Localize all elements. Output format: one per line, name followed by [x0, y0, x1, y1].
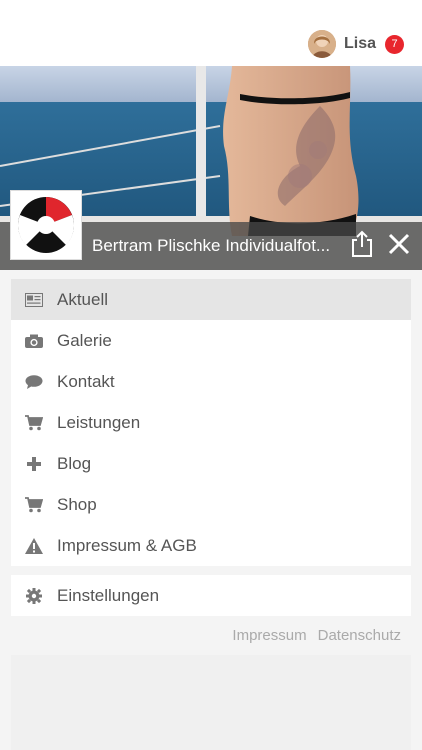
notification-badge[interactable]: 7: [385, 34, 404, 54]
main-menu: Aktuell Galerie Kontakt Leistungen Blog …: [11, 279, 411, 566]
newspaper-icon: [25, 291, 43, 309]
menu-item-aktuell[interactable]: Aktuell: [11, 279, 411, 320]
menu-item-blog[interactable]: Blog: [11, 443, 411, 484]
plus-icon: [25, 455, 43, 473]
gear-icon: [25, 587, 43, 605]
settings-menu: Einstellungen: [11, 575, 411, 616]
user-name[interactable]: Lisa: [344, 35, 376, 53]
cart-icon: [25, 496, 43, 514]
menu-item-label: Aktuell: [57, 289, 109, 309]
menu-item-kontakt[interactable]: Kontakt: [11, 361, 411, 402]
menu-item-label: Shop: [57, 494, 97, 514]
footer-background: [11, 655, 411, 750]
page-title: Bertram Plischke Individualfot...: [92, 236, 331, 255]
menu-item-label: Einstellungen: [57, 585, 160, 605]
camera-icon: [25, 332, 43, 350]
menu-item-leistungen[interactable]: Leistungen: [11, 402, 411, 443]
user-profile[interactable]: Lisa 7: [307, 29, 404, 59]
warning-icon: [25, 537, 43, 555]
close-icon[interactable]: [387, 232, 411, 256]
menu-item-shop[interactable]: Shop: [11, 484, 411, 525]
menu-item-label: Blog: [57, 453, 92, 473]
menu-item-einstellungen[interactable]: Einstellungen: [11, 575, 411, 616]
menu-item-impressum-agb[interactable]: Impressum & AGB: [11, 525, 411, 566]
footer-links: Impressum Datenschutz: [221, 627, 401, 644]
brand-logo: [10, 190, 82, 260]
menu-item-label: Leistungen: [57, 412, 141, 432]
datenschutz-link[interactable]: Datenschutz: [318, 627, 401, 644]
cart-icon: [25, 414, 43, 432]
impressum-link[interactable]: Impressum: [232, 627, 306, 644]
menu-item-label: Galerie: [57, 330, 112, 350]
top-bar: Lisa 7: [0, 0, 422, 66]
user-avatar[interactable]: [307, 30, 336, 58]
menu-item-galerie[interactable]: Galerie: [11, 320, 411, 361]
menu-item-label: Impressum & AGB: [57, 535, 197, 555]
speech-bubble-icon: [25, 373, 43, 391]
menu-item-label: Kontakt: [57, 371, 115, 391]
share-icon[interactable]: [350, 230, 374, 258]
